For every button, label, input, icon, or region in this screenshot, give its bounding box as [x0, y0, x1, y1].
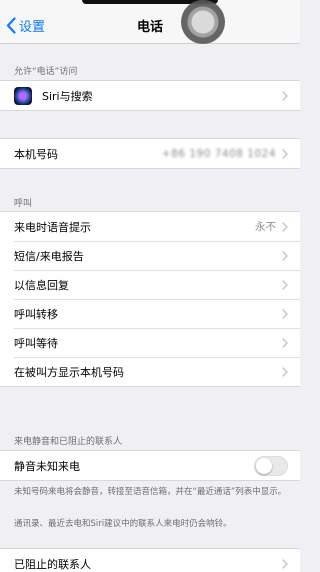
chevron-right-icon [282, 366, 288, 377]
section-header-allow-access: 允许“电话”访问 [14, 67, 78, 77]
my-number-group: 本机号码 +86 190 7408 1024 [0, 138, 300, 169]
chevron-right-icon [282, 90, 288, 101]
chevron-right-icon [282, 250, 288, 261]
silence-footnote-2: 通讯录、最近去电和Siri建议中的联系人来电时仍会响铃。 [14, 519, 232, 529]
silence-unknown-callers-label: 静音未知来电 [14, 459, 80, 473]
page-title: 电话 [136, 20, 163, 35]
section-header-silence: 来电静音和已阻止的联系人 [14, 437, 123, 447]
chevron-right-icon [282, 558, 288, 569]
my-number-label: 本机号码 [14, 147, 58, 161]
allow-access-group: Siri与搜索 [0, 80, 300, 111]
row-value: 永不 [255, 221, 276, 233]
chevron-right-icon [282, 148, 288, 159]
assistive-touch-button[interactable] [181, 0, 225, 44]
chevron-right-icon [282, 308, 288, 319]
chevron-right-icon [282, 279, 288, 290]
blocked-contacts-label: 已阻止的联系人 [14, 557, 91, 571]
row-label: 以信息回复 [14, 278, 69, 292]
silence-footnote-1: 未知号码来电将会静音，转接至语音信箱，并在“最近通话”列表中显示。 [14, 487, 287, 497]
my-number-value: +86 190 7408 1024 [161, 147, 276, 160]
chevron-right-icon [282, 337, 288, 348]
my-number-row[interactable]: 本机号码 +86 190 7408 1024 [0, 139, 300, 168]
silence-group: 静音未知来电 [0, 450, 300, 481]
siri-search-row[interactable]: Siri与搜索 [0, 81, 300, 110]
call-forwarding-row[interactable]: 呼叫转移 [0, 299, 300, 328]
show-caller-id-row[interactable]: 在被叫方显示本机号码 [0, 357, 300, 386]
row-label: 在被叫方显示本机号码 [14, 365, 124, 379]
row-label: 来电时语音提示 [14, 220, 91, 234]
silence-unknown-callers-row: 静音未知来电 [0, 451, 300, 480]
respond-with-text-row[interactable]: 以信息回复 [0, 270, 300, 299]
siri-icon [14, 86, 32, 105]
blocked-contacts-group: 已阻止的联系人 [0, 548, 300, 572]
row-label: 呼叫转移 [14, 307, 58, 321]
toggle-knob [256, 457, 272, 474]
navigation-bar: 设置 电话 [0, 6, 300, 44]
call-waiting-row[interactable]: 呼叫等待 [0, 328, 300, 357]
announce-calls-row[interactable]: 来电时语音提示 永不 [0, 212, 300, 241]
silence-unknown-callers-toggle[interactable] [254, 455, 288, 476]
sms-call-report-row[interactable]: 短信/来电报告 [0, 241, 300, 270]
blocked-contacts-row[interactable]: 已阻止的联系人 [0, 549, 300, 572]
row-label: 短信/来电报告 [14, 249, 84, 263]
siri-search-label: Siri与搜索 [42, 89, 93, 103]
section-header-calls: 呼叫 [14, 199, 33, 209]
calls-group: 来电时语音提示 永不 短信/来电报告 以信息回复 呼叫转移 呼叫等待 在被叫方显… [0, 211, 300, 387]
row-label: 呼叫等待 [14, 336, 58, 350]
chevron-right-icon [282, 221, 288, 232]
